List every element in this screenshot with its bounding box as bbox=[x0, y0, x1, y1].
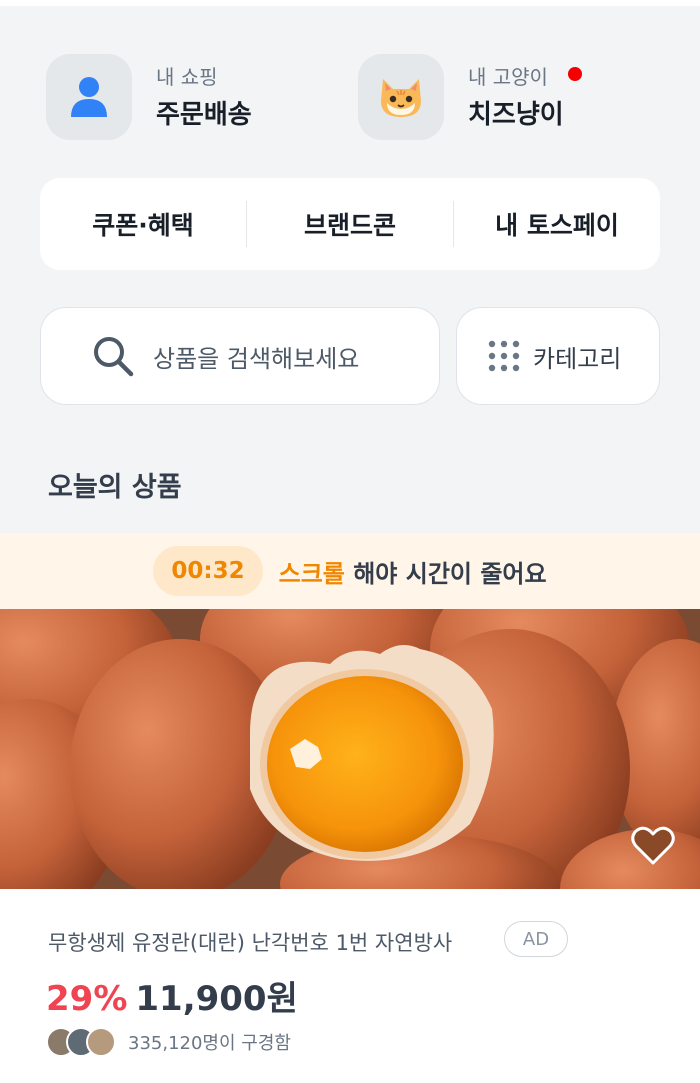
shortcut-title: 치즈냥이 bbox=[468, 100, 564, 130]
timer-message: 스크롤 해야 시간이 줄어요 bbox=[278, 559, 547, 588]
menu-item-my-tosspay[interactable]: 내 토스페이 bbox=[454, 206, 660, 242]
cat-avatar-icon bbox=[358, 54, 444, 140]
my-shopping-shortcut[interactable]: 내 쇼핑 주문배송 bbox=[46, 54, 252, 140]
grid-dots-icon bbox=[488, 340, 520, 372]
shortcut-label: 내 고양이 bbox=[468, 64, 582, 90]
price-amount: 11,900원 bbox=[135, 979, 298, 1019]
menu-item-brandcon[interactable]: 브랜드콘 bbox=[247, 206, 453, 242]
product-price: 29% 11,900원 bbox=[46, 971, 298, 1020]
buyer-count: 335,120명이 구경함 bbox=[46, 1027, 291, 1057]
ad-badge: AD bbox=[504, 921, 568, 957]
section-title: 오늘의 상품 bbox=[48, 472, 182, 503]
person-icon bbox=[46, 54, 132, 140]
product-image[interactable] bbox=[0, 609, 700, 889]
timer-badge: 00:32 bbox=[153, 546, 263, 596]
discount-rate: 29% bbox=[46, 979, 128, 1019]
search-input[interactable]: 상품을 검색해보세요 bbox=[40, 307, 440, 405]
category-label: 카테고리 bbox=[533, 344, 622, 373]
benefit-menu: 쿠폰·혜택 브랜드콘 내 토스페이 bbox=[40, 178, 660, 270]
search-placeholder: 상품을 검색해보세요 bbox=[153, 344, 360, 373]
buyer-count-text: 335,120명이 구경함 bbox=[128, 1033, 291, 1054]
top-divider bbox=[0, 0, 700, 6]
scroll-timer-banner: 00:32 스크롤 해야 시간이 줄어요 bbox=[0, 533, 700, 609]
search-icon bbox=[94, 337, 134, 377]
buyer-avatars bbox=[46, 1027, 116, 1057]
category-button[interactable]: 카테고리 bbox=[456, 307, 660, 405]
notification-dot bbox=[567, 67, 582, 81]
heart-icon[interactable] bbox=[630, 826, 676, 866]
avatar bbox=[86, 1027, 116, 1057]
product-info[interactable]: 무항생제 유정란(대란) 난각번호 1번 자연방사 AD 29% 11,900원 … bbox=[0, 889, 700, 1083]
shortcut-title: 주문배송 bbox=[156, 100, 252, 130]
my-cat-shortcut[interactable]: 내 고양이 치즈냥이 bbox=[358, 54, 582, 140]
product-title: 무항생제 유정란(대란) 난각번호 1번 자연방사 bbox=[48, 931, 453, 955]
menu-item-coupons[interactable]: 쿠폰·혜택 bbox=[40, 206, 246, 242]
shortcut-label: 내 쇼핑 bbox=[156, 65, 218, 89]
